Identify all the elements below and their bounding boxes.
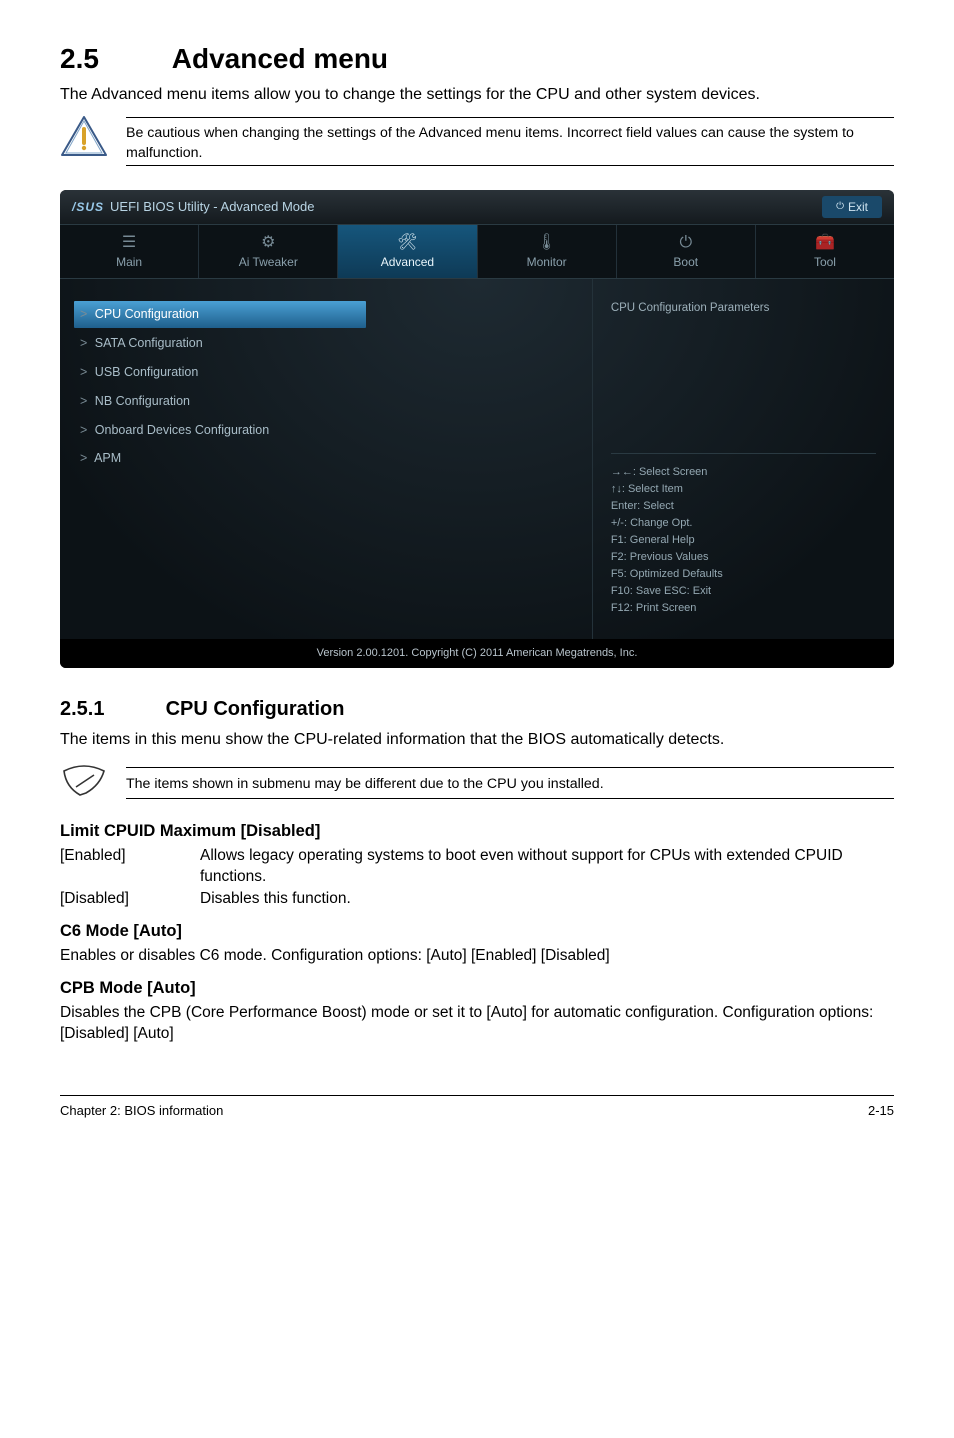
bios-menu: > CPU Configuration> SATA Configuration>… [60, 279, 592, 639]
divider [126, 165, 894, 166]
bios-footer: Version 2.00.1201. Copyright (C) 2011 Am… [60, 639, 894, 668]
exit-button-label: Exit [848, 199, 868, 215]
help-key-line: F2: Previous Values [611, 549, 876, 566]
monitor-icon: 🌡 [482, 235, 612, 251]
option-key: [Disabled] [60, 889, 200, 910]
boot-icon: ⏻ [621, 235, 751, 251]
bios-menu-item[interactable]: > USB Configuration [74, 359, 578, 386]
subsection-title-text: CPU Configuration [166, 698, 345, 720]
option-heading-c6: C6 Mode [Auto] [60, 920, 894, 942]
subsection-heading: 2.5.1 CPU Configuration [60, 696, 894, 723]
section-heading: 2.5 Advanced menu [60, 40, 894, 78]
option-value: Allows legacy operating systems to boot … [200, 846, 894, 888]
bios-menu-item[interactable]: > CPU Configuration [74, 301, 366, 328]
chevron-right-icon: > [80, 451, 87, 465]
bios-tabs: ☰ Main ⚙ Ai Tweaker 🛠 Advanced 🌡 Monitor ⏻ Boot 🧰 T… [60, 224, 894, 279]
note-block: The items shown in submenu may be differ… [60, 763, 894, 806]
bios-title-text: UEFI BIOS Utility - Advanced Mode [110, 198, 314, 216]
caution-icon [60, 115, 108, 157]
divider [126, 117, 894, 118]
help-key-line: ↑↓: Select Item [611, 481, 876, 498]
option-desc-c6: Enables or disables C6 mode. Configurati… [60, 946, 894, 967]
bios-menu-item-label: CPU Configuration [91, 307, 199, 321]
help-key-line: F10: Save ESC: Exit [611, 583, 876, 600]
bios-menu-item-label: USB Configuration [91, 365, 198, 379]
power-icon: ⏻ [836, 200, 844, 214]
note-icon [60, 765, 108, 804]
option-row: [Enabled] Allows legacy operating system… [60, 846, 894, 888]
bios-menu-item-label: APM [91, 451, 121, 465]
option-key: [Enabled] [60, 846, 200, 888]
help-key-line: Enter: Select [611, 498, 876, 515]
bios-menu-item[interactable]: > NB Configuration [74, 388, 578, 415]
bios-tab-main[interactable]: ☰ Main [60, 225, 199, 278]
ai-tweaker-icon: ⚙ [203, 235, 333, 251]
help-key-line: F5: Optimized Defaults [611, 566, 876, 583]
bios-menu-item[interactable]: > Onboard Devices Configuration [74, 417, 578, 444]
footer-right: 2-15 [868, 1102, 894, 1120]
tool-icon: 🧰 [760, 235, 890, 251]
bios-screenshot: /SUS UEFI BIOS Utility - Advanced Mode ⏻… [60, 190, 894, 668]
option-value: Disables this function. [200, 889, 894, 910]
bios-menu-item-label: NB Configuration [91, 394, 190, 408]
bios-menu-item-label: Onboard Devices Configuration [91, 423, 269, 437]
divider [126, 798, 894, 799]
exit-button[interactable]: ⏻ Exit [822, 196, 882, 218]
option-desc-cpb: Disables the CPB (Core Performance Boost… [60, 1003, 894, 1045]
bios-menu-item[interactable]: > SATA Configuration [74, 330, 578, 357]
bios-tab-label: Boot [673, 255, 698, 269]
caution-text: Be cautious when changing the settings o… [126, 124, 894, 162]
bios-menu-item[interactable]: > APM [74, 445, 578, 472]
chevron-right-icon: > [80, 365, 87, 379]
bios-body: > CPU Configuration> SATA Configuration>… [60, 279, 894, 639]
option-row: [Disabled] Disables this function. [60, 889, 894, 910]
bios-tab-label: Ai Tweaker [239, 255, 298, 269]
bios-help-panel: CPU Configuration Parameters →←: Select … [592, 279, 894, 639]
bios-help-heading: CPU Configuration Parameters [611, 301, 876, 317]
bios-tab-tool[interactable]: 🧰 Tool [756, 225, 894, 278]
option-heading-cpb: CPB Mode [Auto] [60, 977, 894, 999]
bios-tab-label: Main [116, 255, 142, 269]
bios-menu-item-label: SATA Configuration [91, 336, 202, 350]
help-key-line: →←: Select Screen [611, 464, 876, 481]
chevron-right-icon: > [80, 394, 87, 408]
section-number: 2.5 [60, 40, 165, 78]
asus-logo: /SUS [72, 199, 104, 215]
chevron-right-icon: > [80, 336, 87, 350]
bios-tab-label: Advanced [381, 255, 434, 269]
footer-left: Chapter 2: BIOS information [60, 1102, 223, 1120]
bios-titlebar: /SUS UEFI BIOS Utility - Advanced Mode ⏻… [60, 190, 894, 224]
chevron-right-icon: > [80, 423, 87, 437]
subsection-number: 2.5.1 [60, 696, 160, 723]
section-intro: The Advanced menu items allow you to cha… [60, 84, 894, 106]
bios-tab-boot[interactable]: ⏻ Boot [617, 225, 756, 278]
section-title-text: Advanced menu [172, 43, 388, 74]
bios-help-keys: →←: Select Screen↑↓: Select ItemEnter: S… [611, 453, 876, 617]
option-heading-limit-cpuid: Limit CPUID Maximum [Disabled] [60, 820, 894, 842]
bios-tab-label: Monitor [527, 255, 567, 269]
help-key-line: F12: Print Screen [611, 600, 876, 617]
main-icon: ☰ [64, 235, 194, 251]
help-key-line: +/-: Change Opt. [611, 515, 876, 532]
bios-tab-label: Tool [814, 255, 836, 269]
advanced-icon: 🛠 [342, 235, 472, 251]
page-footer: Chapter 2: BIOS information 2-15 [60, 1095, 894, 1120]
bios-tab-ai-tweaker[interactable]: ⚙ Ai Tweaker [199, 225, 338, 278]
bios-tab-monitor[interactable]: 🌡 Monitor [478, 225, 617, 278]
divider [126, 767, 894, 768]
bios-tab-advanced[interactable]: 🛠 Advanced [338, 225, 477, 278]
chevron-right-icon: > [80, 307, 87, 321]
help-key-line: F1: General Help [611, 532, 876, 549]
note-text: The items shown in submenu may be differ… [126, 775, 894, 794]
subsection-intro: The items in this menu show the CPU-rela… [60, 729, 894, 751]
caution-block: Be cautious when changing the settings o… [60, 115, 894, 171]
